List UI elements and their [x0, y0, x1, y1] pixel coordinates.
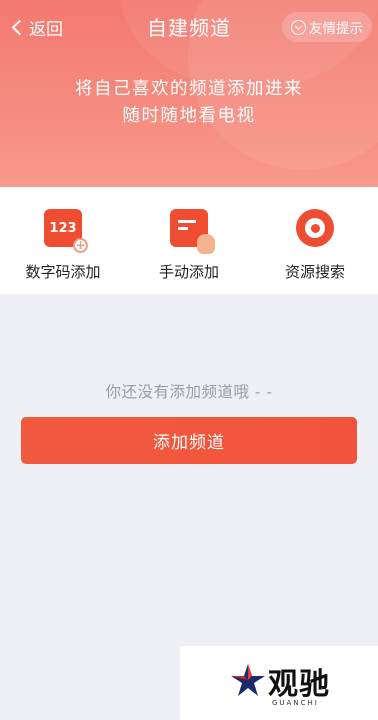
slogan-line-2: 随时随地看电视 — [122, 106, 256, 126]
chevron-down-circle-icon — [291, 19, 306, 35]
digit-code-icon-text: 123 — [49, 220, 77, 236]
header: 返回 自建频道 友情提示 将自己喜欢的频道添加进来 随时随地看电视 — [0, 0, 378, 187]
hand-icon — [197, 234, 215, 254]
option-label: 手动添加 — [158, 263, 219, 281]
tip-label: 友情提示 — [309, 21, 363, 37]
watermark-sub: GUANCHI — [272, 699, 319, 707]
tip-button[interactable]: 友情提示 — [282, 12, 372, 42]
resource-search-icon — [296, 209, 334, 247]
watermark-logo: 观驰 GUANCHI — [180, 646, 378, 720]
slogan-line-1: 将自己喜欢的频道添加进来 — [75, 79, 303, 99]
add-channel-button[interactable]: 添加频道 — [21, 417, 357, 464]
option-manual[interactable]: 手动添加 — [126, 187, 252, 294]
digit-code-icon: 123 + — [44, 209, 88, 253]
option-digit-code[interactable]: 123 + 数字码添加 — [0, 187, 126, 294]
empty-state-text: 你还没有添加频道哦 - - — [105, 383, 273, 401]
slogan: 将自己喜欢的频道添加进来 随时随地看电视 — [0, 76, 378, 130]
watermark-brand: 观驰 — [268, 667, 330, 702]
plus-icon: + — [73, 238, 88, 253]
add-options: 123 + 数字码添加 手动添加 资源搜索 — [0, 187, 378, 294]
star-logo-icon — [231, 664, 265, 696]
option-label: 数字码添加 — [25, 263, 101, 281]
option-resource-search[interactable]: 资源搜索 — [252, 187, 378, 294]
manual-add-icon — [170, 209, 215, 254]
option-label: 资源搜索 — [284, 263, 345, 281]
